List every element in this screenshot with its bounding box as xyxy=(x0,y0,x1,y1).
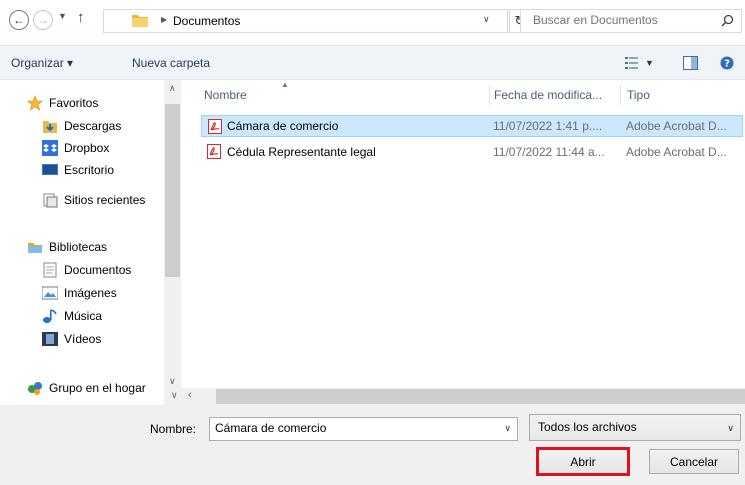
file-date-modified: 11/07/2022 1:41 p.... xyxy=(493,119,603,133)
search-icon[interactable] xyxy=(721,14,734,27)
scroll-left-icon[interactable]: ‹ xyxy=(188,389,192,401)
scroll-up-icon[interactable]: ∧ xyxy=(169,83,176,94)
nav-item-videos[interactable]: Vídeos xyxy=(42,329,101,349)
chevron-down-icon[interactable]: ∨ xyxy=(504,423,511,434)
documents-icon xyxy=(43,262,57,278)
nav-item-documents[interactable]: Documentos xyxy=(42,260,131,280)
videos-icon xyxy=(42,332,58,346)
preview-pane-icon[interactable] xyxy=(683,56,698,70)
file-type-filter-value: Todos los archivos xyxy=(538,420,637,434)
recent-places-icon xyxy=(43,193,58,208)
desktop-icon xyxy=(42,164,58,175)
scrollbar-thumb[interactable] xyxy=(165,104,180,277)
file-type: Adobe Acrobat D... xyxy=(626,145,727,159)
arrow-left-icon: ← xyxy=(13,13,25,27)
pdf-file-icon xyxy=(208,119,222,134)
homegroup-icon xyxy=(28,382,42,395)
nav-item-dropbox[interactable]: Dropbox xyxy=(42,138,109,158)
recent-locations-dropdown[interactable]: ▼ xyxy=(58,11,67,21)
nav-item-homegroup[interactable]: Grupo en el hogar xyxy=(27,378,146,398)
scrollbar-thumb[interactable] xyxy=(216,389,745,404)
nav-item-images[interactable]: Imágenes xyxy=(42,283,117,303)
arrow-right-icon: → xyxy=(37,13,49,27)
column-header-type[interactable]: Tipo xyxy=(627,88,650,102)
organize-button[interactable]: Organizar ▾ xyxy=(11,56,73,70)
star-icon xyxy=(27,95,43,111)
file-name-combobox[interactable]: ∨ xyxy=(209,417,518,441)
scroll-down-icon[interactable]: ∨ xyxy=(169,376,176,387)
chevron-right-icon[interactable]: ▶ xyxy=(161,15,167,24)
search-input[interactable] xyxy=(533,13,713,27)
pdf-file-icon xyxy=(207,144,221,159)
file-date-modified: 11/07/2022 11:44 a... xyxy=(493,145,605,159)
open-button[interactable]: Abrir xyxy=(536,447,630,476)
chevron-down-icon: ∨ xyxy=(727,423,734,433)
cancel-button-label: Cancelar xyxy=(669,454,719,469)
file-name-label: Nombre: xyxy=(150,422,197,436)
sort-ascending-icon: ▲ xyxy=(281,80,289,89)
column-header-date-modified[interactable]: Fecha de modifica... xyxy=(494,88,602,102)
new-folder-button[interactable]: Nueva carpeta xyxy=(132,56,210,70)
column-header-name[interactable]: Nombre xyxy=(204,88,247,102)
file-row[interactable]: Cédula Representante legal 11/07/2022 11… xyxy=(201,141,743,163)
svg-text:?: ? xyxy=(724,59,730,70)
view-options-dropdown-icon[interactable]: ▼ xyxy=(645,58,654,68)
file-list: Nombre ▲ Fecha de modifica... Tipo Cámar… xyxy=(181,80,745,388)
open-button-label: Abrir xyxy=(570,454,596,469)
file-type: Adobe Acrobat D... xyxy=(626,119,727,133)
nav-scroll-down-icon[interactable]: ∨ xyxy=(171,390,178,401)
file-list-horizontal-scrollbar[interactable]: ∨ ‹ xyxy=(164,388,745,405)
nav-label: Descargas xyxy=(64,119,122,133)
navigation-pane-scrollbar[interactable]: ∧ ∨ xyxy=(164,80,181,390)
nav-item-downloads[interactable]: Descargas xyxy=(42,116,121,136)
address-row: ← → ▼ ↑ ▶ Documentos ∨ ↻ xyxy=(0,0,745,40)
column-divider[interactable] xyxy=(489,85,490,105)
nav-label: Grupo en el hogar xyxy=(49,381,146,395)
address-bar[interactable]: ▶ Documentos ∨ xyxy=(103,9,508,33)
music-icon xyxy=(43,309,57,323)
help-icon[interactable]: ? xyxy=(720,56,734,70)
file-row[interactable]: Cámara de comercio 11/07/2022 1:41 p....… xyxy=(201,115,743,137)
dropbox-icon xyxy=(42,140,58,156)
up-arrow-icon[interactable]: ↑ xyxy=(77,9,85,26)
nav-label: Escritorio xyxy=(64,163,115,177)
forward-button[interactable]: → xyxy=(33,10,53,30)
nav-label: Documentos xyxy=(64,263,132,277)
nav-label: Música xyxy=(64,309,103,323)
downloads-folder-icon xyxy=(43,121,57,133)
folder-icon xyxy=(132,15,148,27)
dialog-footer: Nombre: ∨ Todos los archivos ∨ Abrir Can… xyxy=(0,405,745,485)
cancel-button[interactable]: Cancelar xyxy=(649,449,739,474)
nav-label: Bibliotecas xyxy=(49,240,108,254)
nav-item-recent-places[interactable]: Sitios recientes xyxy=(42,190,145,210)
nav-item-favorites[interactable]: Favoritos xyxy=(27,93,98,113)
libraries-icon xyxy=(28,243,42,253)
file-name: Cámara de comercio xyxy=(227,119,339,133)
nav-label: Imágenes xyxy=(64,286,117,300)
images-icon xyxy=(42,286,58,300)
nav-label: Vídeos xyxy=(64,332,102,346)
search-box[interactable] xyxy=(520,9,742,33)
nav-item-desktop[interactable]: Escritorio xyxy=(42,160,114,180)
view-details-icon[interactable] xyxy=(625,57,639,69)
nav-label: Favoritos xyxy=(49,96,99,110)
address-path-segment[interactable]: Documentos xyxy=(173,14,240,28)
file-name-input[interactable] xyxy=(215,421,495,435)
file-name: Cédula Representante legal xyxy=(227,145,376,159)
navigation-pane: Favoritos Descargas Dropbox Escritorio S… xyxy=(0,80,180,405)
file-type-filter-select[interactable]: Todos los archivos ∨ xyxy=(529,414,741,441)
nav-label: Sitios recientes xyxy=(64,193,146,207)
nav-label: Dropbox xyxy=(64,141,110,155)
back-button[interactable]: ← xyxy=(9,10,29,30)
column-divider[interactable] xyxy=(620,85,621,105)
nav-item-libraries[interactable]: Bibliotecas xyxy=(27,237,107,257)
nav-item-music[interactable]: Música xyxy=(42,306,102,326)
address-dropdown-icon[interactable]: ∨ xyxy=(483,14,490,25)
command-toolbar: Organizar ▾ Nueva carpeta ▼ ? xyxy=(0,45,745,80)
